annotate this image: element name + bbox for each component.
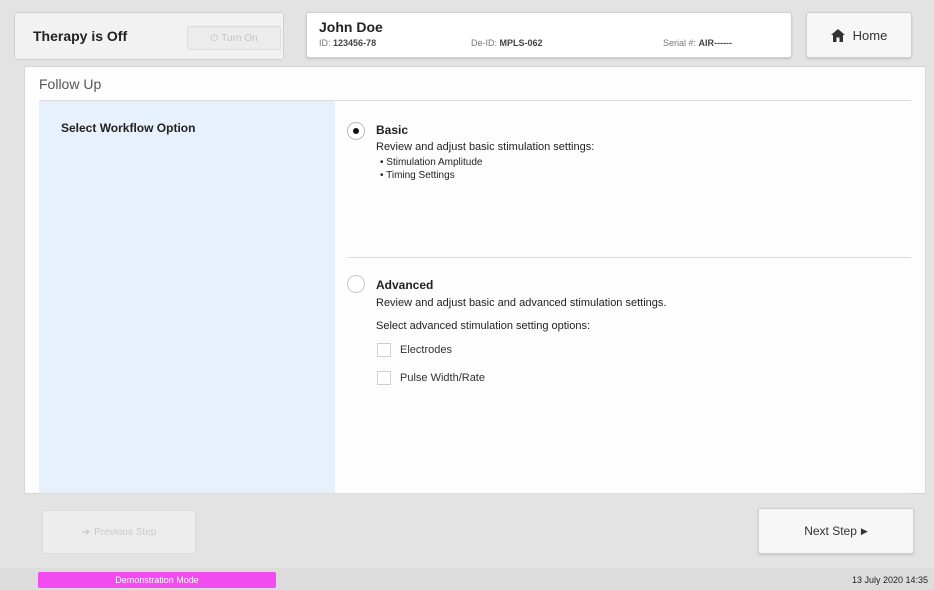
patient-id: ID: 123456-78 — [319, 38, 377, 48]
device-serial: Serial #: AIR------ — [663, 38, 733, 48]
previous-step-label: Previous Step — [94, 526, 157, 538]
turn-on-label: Turn On — [221, 32, 258, 44]
bullet-item: Stimulation Amplitude — [380, 156, 482, 169]
electrodes-checkbox[interactable] — [377, 343, 391, 357]
demo-mode-badge: Demonstration Mode — [38, 572, 276, 588]
turn-on-button[interactable]: ⏻ Turn On — [187, 26, 281, 50]
option-divider — [347, 257, 911, 258]
demo-mode-label: Demonstration Mode — [115, 575, 199, 585]
basic-option-title: Basic — [376, 123, 409, 137]
power-icon: ⏻ — [210, 32, 219, 44]
advanced-radio[interactable] — [347, 275, 365, 293]
play-arrow-icon: ▶ — [860, 525, 868, 536]
basic-option-bullets: Stimulation Amplitude Timing Settings — [380, 156, 482, 182]
home-label: Home — [852, 27, 888, 43]
home-button[interactable]: Home — [806, 12, 912, 58]
select-workflow-label: Select Workflow Option — [61, 121, 196, 135]
home-icon — [830, 28, 845, 42]
previous-step-button[interactable]: ➔ Previous Step — [42, 510, 196, 554]
patient-name: John Doe — [319, 19, 383, 35]
next-step-label: Next Step — [804, 524, 857, 538]
patient-deid: De-ID: MPLS-062 — [471, 38, 543, 48]
workflow-side-column: Select Workflow Option — [39, 101, 335, 493]
follow-up-panel: Follow Up Select Workflow Option Basic R… — [24, 66, 926, 494]
electrodes-label: Electrodes — [400, 344, 452, 356]
page-title: Follow Up — [39, 76, 102, 92]
arrow-right-icon: ➔ — [81, 526, 91, 538]
advanced-sub-prompt: Select advanced stimulation setting opti… — [376, 320, 591, 332]
basic-option-description: Review and adjust basic stimulation sett… — [376, 141, 595, 153]
pulse-width-rate-label: Pulse Width/Rate — [400, 372, 485, 384]
patient-info-card: John Doe ID: 123456-78 De-ID: MPLS-062 S… — [306, 12, 792, 58]
bottom-divider — [39, 493, 911, 494]
next-step-button[interactable]: Next Step ▶ — [758, 508, 914, 554]
pulse-width-rate-checkbox[interactable] — [377, 371, 391, 385]
advanced-option-title: Advanced — [376, 278, 434, 292]
radio-selected-dot — [353, 128, 359, 134]
date-time: 13 July 2020 14:35 — [851, 575, 928, 585]
bullet-item: Timing Settings — [380, 169, 482, 182]
advanced-option-description: Review and adjust basic and advanced sti… — [376, 297, 667, 309]
basic-radio[interactable] — [347, 122, 365, 140]
therapy-status-panel: Therapy is Off ⏻ Turn On — [14, 12, 284, 60]
therapy-status-text: Therapy is Off — [33, 28, 128, 44]
